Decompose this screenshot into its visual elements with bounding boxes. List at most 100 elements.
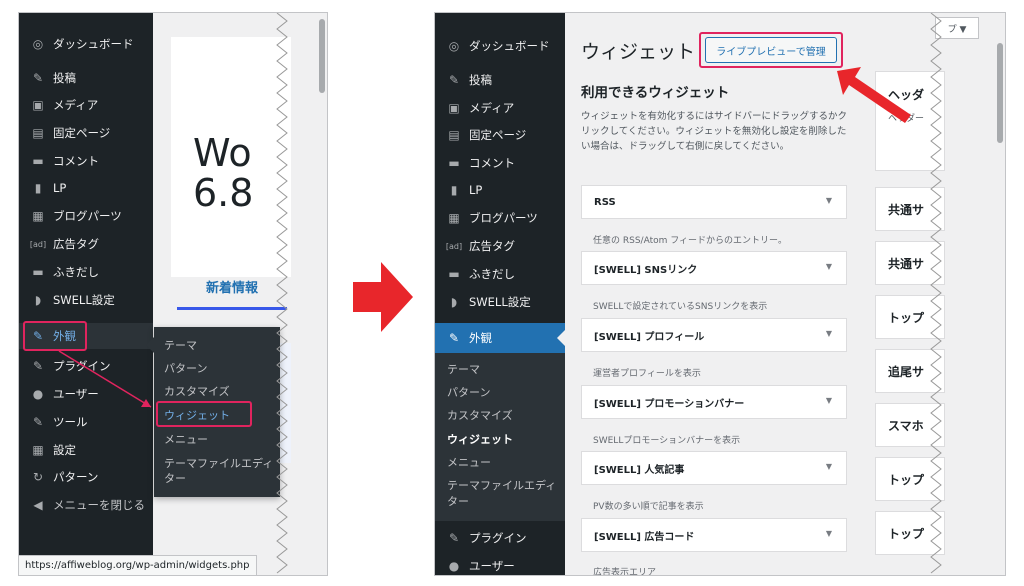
menu-pages[interactable]: ▤ 固定ページ (19, 120, 153, 146)
menu-swell-settings[interactable]: ◗ SWELL設定 (435, 289, 569, 315)
submenu-theme-editor[interactable]: テーマファイルエディ (447, 477, 556, 493)
ad-icon: [ad] (29, 239, 47, 249)
media-icon: ▣ (32, 98, 44, 112)
right-scrollbar[interactable] (995, 13, 1005, 575)
file-icon: ▮ (34, 181, 42, 195)
widget-item[interactable]: [SWELL] プロフィール ▼ (581, 318, 847, 352)
file-icon: ▮ (450, 183, 458, 197)
widget-item[interactable]: [SWELL] 広告コード ▼ (581, 518, 847, 552)
menu-plugins[interactable]: ✎ プラグイン (19, 353, 153, 379)
dashboard-icon: ◎ (448, 39, 460, 53)
page-icon: ▤ (32, 126, 44, 140)
flyout-patterns[interactable]: パターン (164, 360, 207, 376)
transition-arrow-icon (353, 262, 413, 332)
chevron-down-icon[interactable]: ▼ (826, 329, 832, 338)
highlight-live-preview (699, 32, 843, 68)
highlight-appearance (23, 321, 87, 351)
user-icon: ● (448, 559, 460, 573)
torn-edge-left (276, 13, 288, 574)
chevron-down-icon[interactable]: ▼ (826, 262, 832, 271)
widget-desc: SWELLプロモーションバナーを表示 (593, 436, 741, 446)
menu-swell-settings[interactable]: ◗ SWELL設定 (19, 287, 153, 313)
flyout-menus[interactable]: メニュー (164, 431, 208, 447)
ad-icon: [ad] (445, 241, 463, 251)
chevron-down-icon[interactable]: ▼ (826, 396, 832, 405)
flyout-theme-editor-cont: ター (164, 472, 186, 485)
menu-ad-tag[interactable]: [ad] 広告タグ (19, 231, 153, 257)
torn-edge-right (930, 13, 942, 574)
welcome-title-line1: Wo (193, 131, 252, 175)
appearance-icon: ✎ (448, 331, 460, 345)
menu-lp[interactable]: ▮ LP (435, 177, 569, 203)
menu-blog-parts[interactable]: ▦ ブログパーツ (435, 205, 569, 231)
welcome-title-line2: 6.8 (193, 171, 254, 215)
menu-lp[interactable]: ▮ LP (19, 175, 153, 201)
menu-media[interactable]: ▣ メディア (19, 92, 153, 118)
menu-dashboard[interactable]: ◎ ダッシュボード (435, 33, 569, 59)
tab-news-underline (177, 307, 287, 310)
submenu-menus[interactable]: メニュー (447, 454, 491, 470)
tool-icon: ✎ (32, 415, 44, 429)
tab-news[interactable]: 新着情報 (177, 277, 287, 296)
balloon-icon: ▬ (448, 267, 460, 281)
menu-patterns[interactable]: ↻ パターン (19, 464, 153, 490)
menu-users[interactable]: ● ユーザー (19, 381, 153, 407)
widget-item[interactable]: RSS ▼ (581, 185, 847, 219)
submenu-patterns[interactable]: パターン (447, 384, 490, 400)
widget-desc: SWELLで設定されているSNSリンクを表示 (593, 302, 768, 312)
widget-item[interactable]: [SWELL] 人気記事 ▼ (581, 451, 847, 485)
chevron-down-icon[interactable]: ▼ (826, 196, 832, 205)
chevron-down-icon[interactable]: ▼ (826, 529, 832, 538)
page-title: ウィジェット (581, 41, 696, 63)
menu-plugins[interactable]: ✎ プラグイン (435, 525, 569, 551)
submenu-themes[interactable]: テーマ (447, 361, 480, 377)
pattern-icon: ↻ (32, 470, 44, 484)
menu-comments[interactable]: ▬ コメント (19, 148, 153, 174)
menu-appearance-active[interactable]: ✎ 外観 (435, 323, 565, 353)
menu-balloon[interactable]: ▬ ふきだし (19, 259, 153, 285)
right-scroll-thumb[interactable] (997, 43, 1003, 143)
menu-settings[interactable]: ▦ 設定 (19, 437, 153, 463)
blocks-icon: ▦ (448, 211, 460, 225)
menu-blog-parts[interactable]: ▦ ブログパーツ (19, 203, 153, 229)
chevron-down-icon[interactable]: ▼ (826, 462, 832, 471)
submenu-customize[interactable]: カスタマイズ (447, 407, 513, 423)
appearance-submenu: テーマ パターン カスタマイズ ウィジェット メニュー テーマファイルエディ タ… (435, 353, 565, 521)
menu-tools[interactable]: ✎ ツール (19, 409, 153, 435)
menu-posts[interactable]: ✎ 投稿 (435, 67, 569, 93)
plugin-icon: ✎ (32, 359, 44, 373)
menu-ad-tag[interactable]: [ad] 広告タグ (435, 233, 569, 259)
widget-desc: 広告表示エリア (593, 568, 657, 576)
widget-desc: 運営者プロフィールを表示 (593, 369, 701, 379)
highlight-widgets (156, 401, 252, 427)
menu-comments[interactable]: ▬ コメント (435, 150, 569, 176)
collapse-icon: ◀ (33, 498, 43, 512)
widget-desc: 任意の RSS/Atom フィードからのエントリー。 (593, 236, 787, 246)
flyout-themes[interactable]: テーマ (164, 337, 197, 353)
widget-desc: PV数の多い順で記事を表示 (593, 502, 704, 512)
left-scroll-thumb[interactable] (319, 19, 325, 93)
status-url: https://affiweblog.org/wp-admin/widgets.… (19, 555, 257, 575)
flyout-theme-editor[interactable]: テーマファイルエディ (164, 455, 273, 471)
menu-posts[interactable]: ✎ 投稿 (19, 65, 153, 91)
menu-dashboard[interactable]: ◎ ダッシュボード (19, 31, 153, 57)
menu-collapse[interactable]: ◀ メニューを閉じる (19, 492, 153, 518)
settings-icon: ▦ (32, 443, 44, 457)
menu-users[interactable]: ● ユーザー (435, 553, 569, 575)
widget-item[interactable]: [SWELL] プロモーションバナー ▼ (581, 385, 847, 419)
annotation-arrow-right (837, 67, 911, 123)
submenu-theme-editor-cont: ター (447, 495, 469, 508)
pin-icon: ✎ (32, 71, 44, 85)
menu-pages[interactable]: ▤ 固定ページ (435, 122, 569, 148)
flyout-customize[interactable]: カスタマイズ (164, 383, 230, 399)
menu-media[interactable]: ▣ メディア (435, 95, 569, 121)
submenu-widgets[interactable]: ウィジェット (447, 431, 513, 447)
left-scrollbar[interactable] (317, 13, 327, 575)
comment-icon: ▬ (32, 154, 44, 168)
widget-item[interactable]: [SWELL] SNSリンク ▼ (581, 251, 847, 285)
page-icon: ▤ (448, 128, 460, 142)
left-panel: ◎ ダッシュボード ✎ 投稿 ▣ メディア ▤ 固定ページ ▬ コメント ▮ LP ▦ ブログ… (18, 12, 328, 576)
menu-balloon[interactable]: ▬ ふきだし (435, 261, 569, 287)
plugin-icon: ✎ (448, 531, 460, 545)
screenshot-root: ◎ ダッシュボード ✎ 投稿 ▣ メディア ▤ 固定ページ ▬ コメント ▮ LP ▦ ブログ… (0, 0, 1024, 586)
